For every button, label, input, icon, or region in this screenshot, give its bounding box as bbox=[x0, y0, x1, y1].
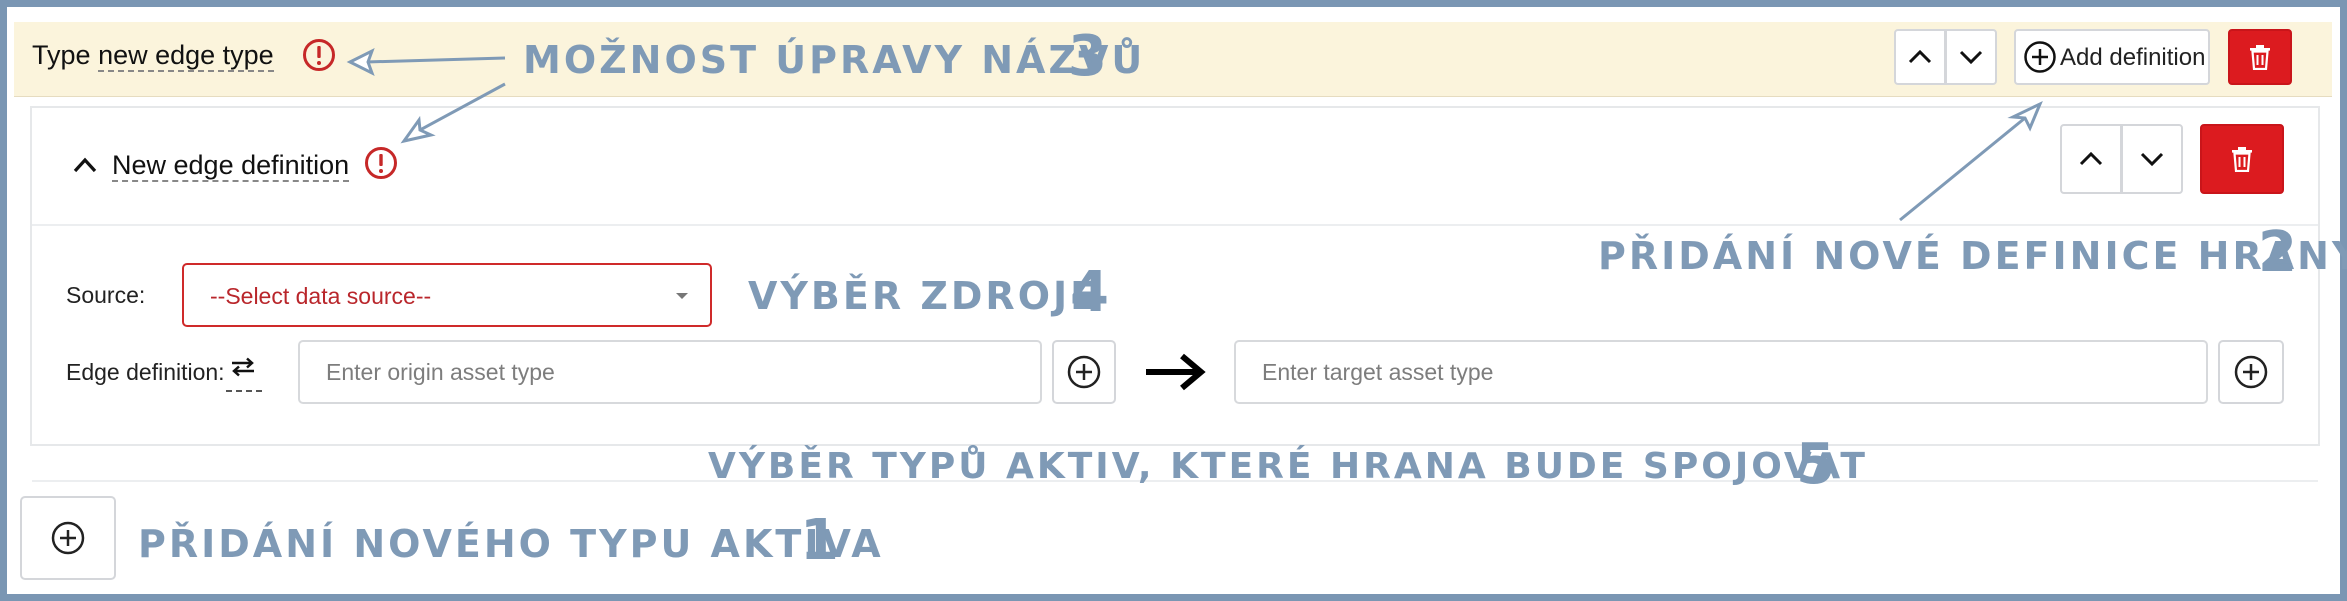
annotation-asset-types-number: 5 bbox=[1796, 432, 1835, 497]
annotation-add-type-number: 1 bbox=[800, 508, 839, 573]
annotation-add-definition-number: 2 bbox=[2258, 220, 2297, 285]
annotation-add-definition-text: PŘIDÁNÍ NOVÉ DEFINICE HRANY bbox=[1598, 234, 2347, 278]
annotation-source-text: VÝBĚR ZDROJE bbox=[748, 274, 1100, 318]
annotation-source-number: 4 bbox=[1070, 260, 1109, 325]
annotation-add-type-text: PŘIDÁNÍ NOVÉHO TYPU AKTIVA bbox=[138, 522, 884, 566]
annotation-asset-types-text: VÝBĚR TYPŮ AKTIV, KTERÉ HRANA BUDE SPOJO… bbox=[708, 446, 1868, 487]
annotation-rename-number: 3 bbox=[1068, 24, 1107, 89]
annotation-arrows bbox=[346, 47, 2043, 222]
annotation-rename-text: MOŽNOST ÚPRAVY NÁZVŮ bbox=[523, 38, 1146, 82]
